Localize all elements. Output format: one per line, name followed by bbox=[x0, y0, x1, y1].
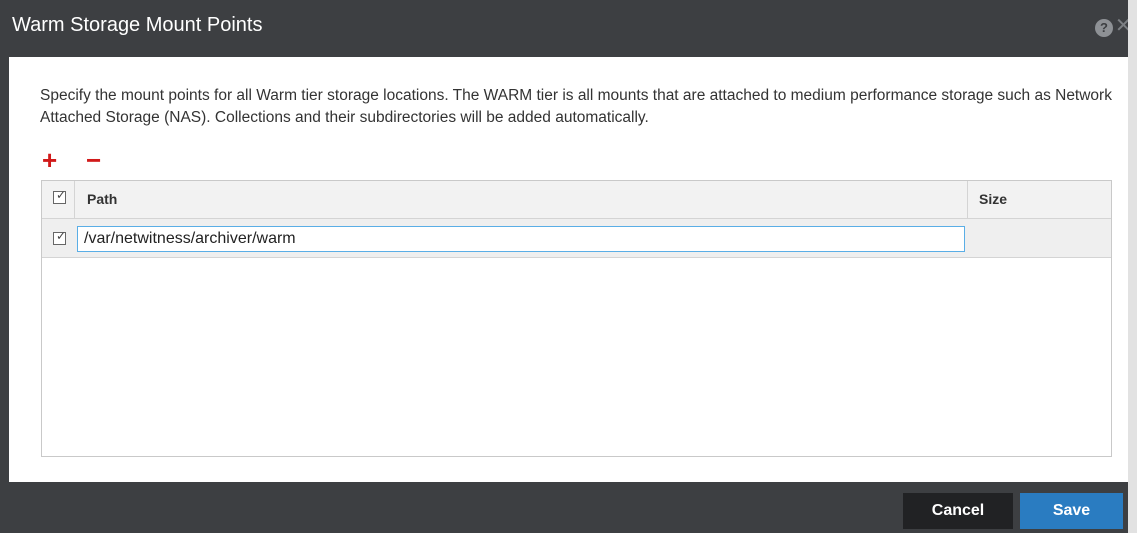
save-button[interactable]: Save bbox=[1020, 493, 1123, 529]
cancel-button[interactable]: Cancel bbox=[903, 493, 1013, 529]
dialog-titlebar: Warm Storage Mount Points ? ✕ bbox=[0, 0, 1132, 57]
table-row[interactable]: ✓ bbox=[42, 219, 1111, 258]
dialog-title: Warm Storage Mount Points bbox=[12, 14, 263, 36]
column-divider bbox=[74, 181, 75, 218]
table-header: ✓ Path Size bbox=[42, 181, 1111, 219]
background-overlay bbox=[1128, 0, 1137, 533]
mount-points-table: ✓ Path Size ✓ bbox=[41, 180, 1112, 457]
select-all-checkbox[interactable]: ✓ bbox=[53, 188, 67, 204]
remove-mount-point-button[interactable]: − bbox=[86, 145, 102, 175]
column-header-path[interactable]: Path bbox=[87, 181, 117, 218]
dialog-description: Specify the mount points for all Warm ti… bbox=[40, 87, 1112, 126]
column-divider bbox=[967, 181, 968, 218]
help-icon[interactable]: ? bbox=[1095, 19, 1113, 37]
minus-icon: − bbox=[86, 145, 102, 175]
column-header-size[interactable]: Size bbox=[979, 181, 1007, 218]
checkmark-icon: ✓ bbox=[56, 188, 67, 202]
path-input[interactable] bbox=[77, 226, 965, 252]
add-mount-point-button[interactable]: + bbox=[42, 145, 58, 175]
warm-storage-dialog: Warm Storage Mount Points ? ✕ Specify th… bbox=[0, 0, 1137, 533]
checkmark-icon: ✓ bbox=[56, 229, 67, 243]
row-checkbox[interactable]: ✓ bbox=[53, 229, 67, 245]
dialog-left-border bbox=[0, 57, 9, 482]
plus-icon: + bbox=[42, 145, 58, 175]
